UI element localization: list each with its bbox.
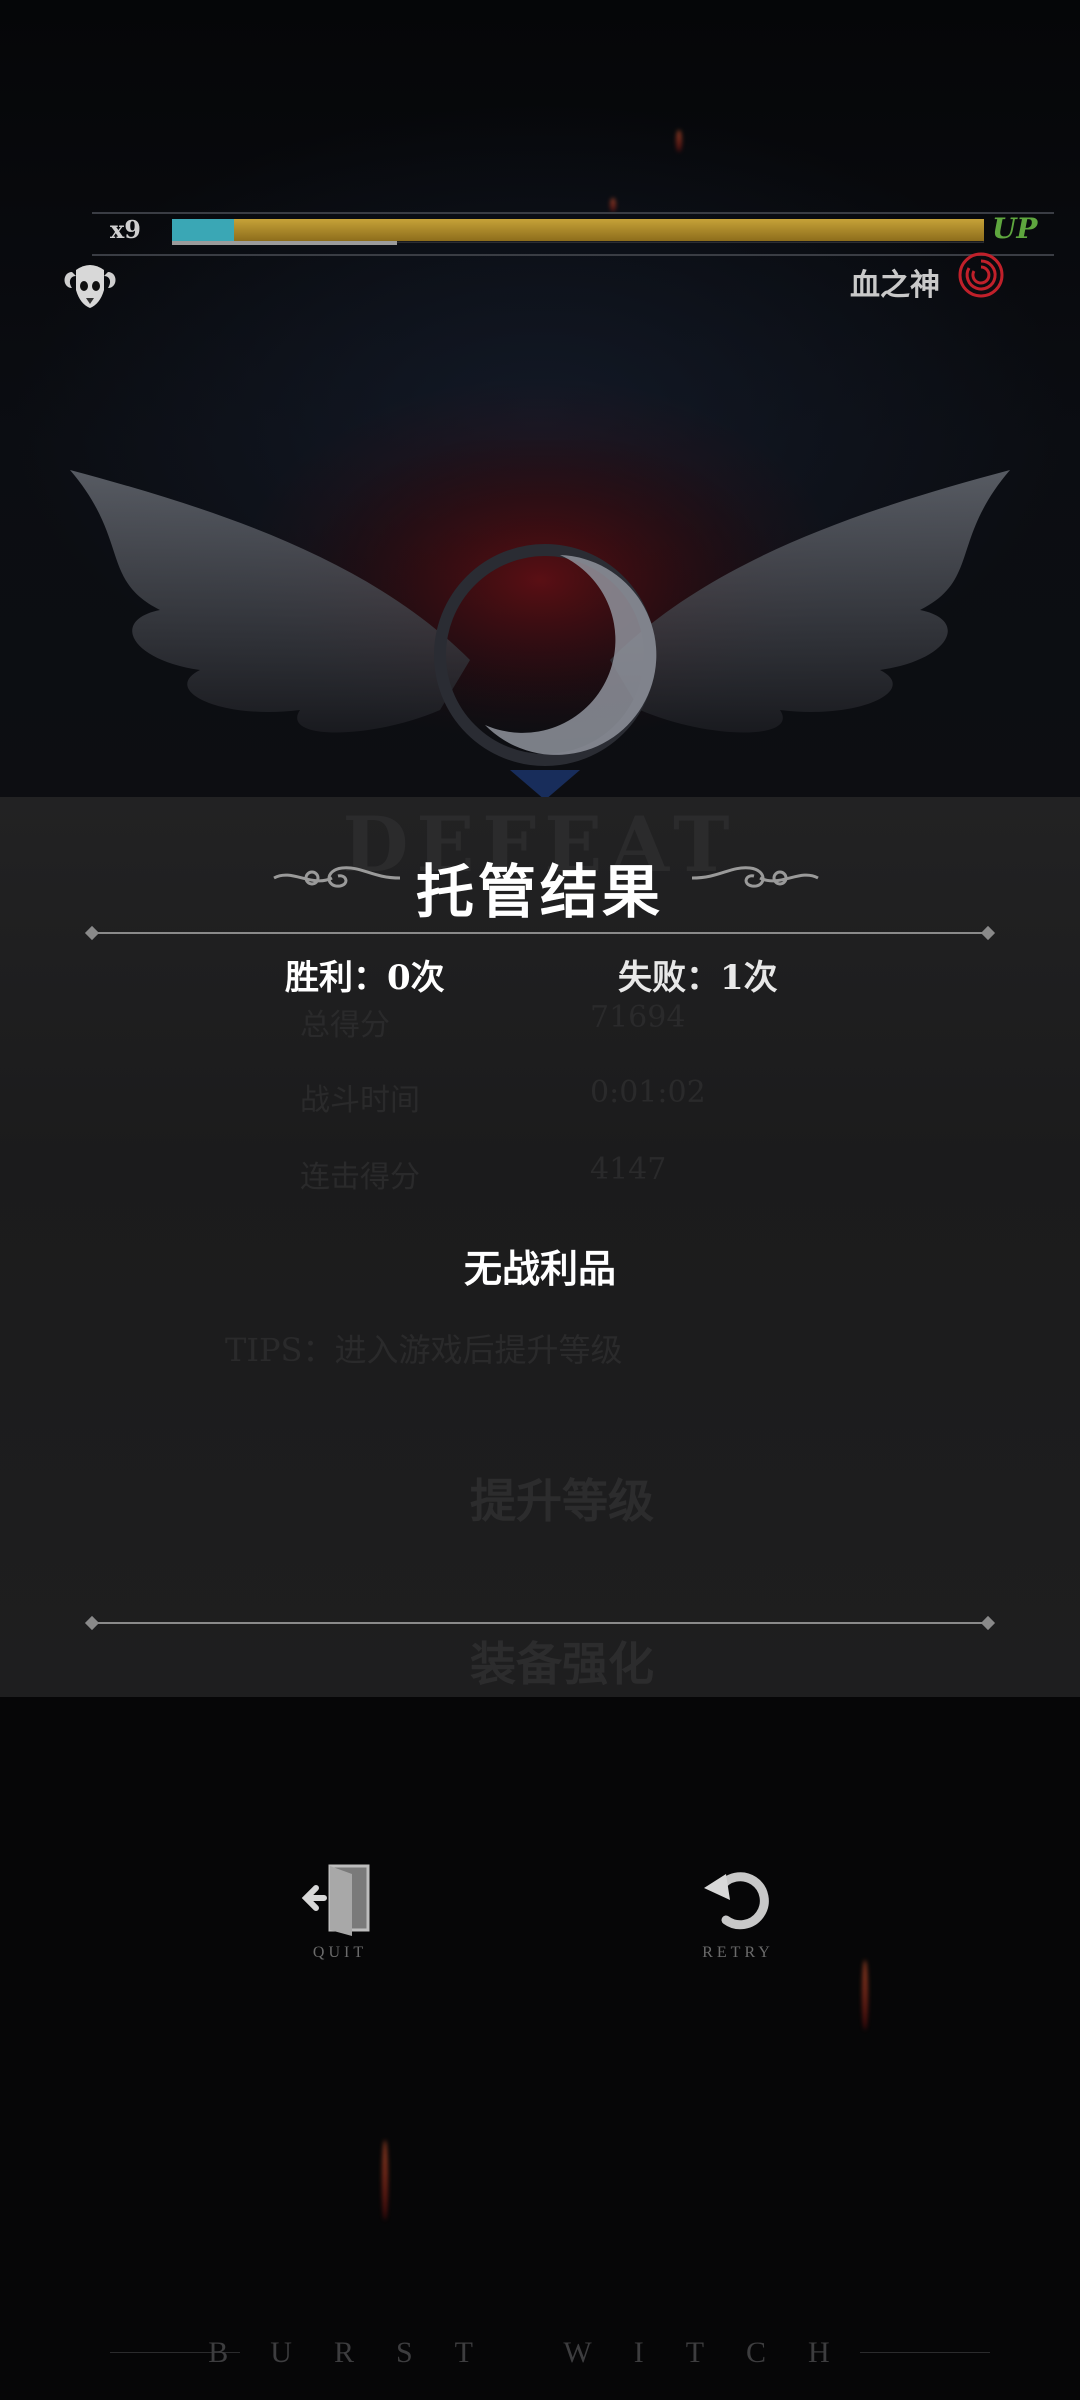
xp-secondary-fill — [172, 219, 234, 241]
level-up-label: UP — [992, 212, 1038, 245]
blood-swirl-icon[interactable] — [958, 252, 1004, 298]
win-count: 胜利：0次 — [285, 958, 445, 998]
quit-label: QUIT — [312, 1944, 368, 1961]
retry-arrow-icon — [698, 1858, 778, 1938]
ghost-text: 71694 — [590, 1000, 686, 1035]
xp-sub-bar — [172, 241, 397, 245]
ember-particle — [610, 198, 616, 212]
xp-fill — [172, 219, 984, 241]
ghost-equip-enhance: 装备强化 — [470, 1637, 654, 1691]
ember-particle — [382, 2140, 388, 2220]
retry-button[interactable]: RETRY — [678, 1858, 798, 1988]
loot-text: 无战利品 — [463, 1246, 616, 1291]
exit-door-icon — [300, 1858, 380, 1938]
ghost-text: 总得分 — [300, 1008, 390, 1043]
title-ornament-right — [690, 858, 820, 898]
ghost-text: 4147 — [590, 1152, 667, 1187]
ember-particle — [676, 130, 682, 152]
footer-line-right — [860, 2352, 990, 2353]
ember-particle — [862, 1960, 868, 2030]
ghost-text: 0:01:02 — [590, 1075, 706, 1110]
footer-brand: BURST WITCH — [208, 2336, 872, 2369]
level-text: x9 — [110, 215, 142, 244]
retry-label: RETRY — [702, 1944, 774, 1961]
ram-skull-icon[interactable] — [60, 258, 120, 314]
result-title: 托管结果 — [415, 858, 664, 926]
divider-bottom — [92, 1622, 988, 1624]
ghost-text: 战斗时间 — [300, 1083, 420, 1118]
ghost-text: TIPS：进入游戏后提升等级 — [225, 1331, 623, 1369]
winged-emblem — [40, 430, 1040, 800]
divider-top — [92, 932, 988, 934]
ghost-upgrade-level: 提升等级 — [470, 1474, 654, 1528]
quit-button[interactable]: QUIT — [280, 1858, 400, 1988]
god-name-label: 血之神 — [850, 268, 940, 303]
ghost-text: 连击得分 — [300, 1160, 420, 1195]
lose-count: 失败：1次 — [618, 958, 778, 998]
